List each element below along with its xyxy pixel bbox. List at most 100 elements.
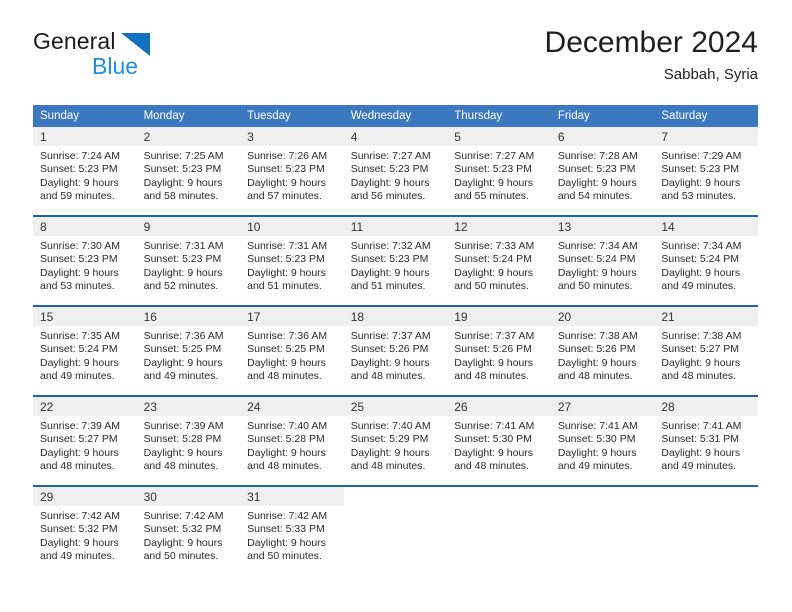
daylight-text-line2: and 48 minutes.	[40, 460, 115, 473]
day-cell[interactable]: 9 Sunrise: 7:31 AM Sunset: 5:23 PM Daylight…	[136, 215, 241, 306]
day-cell[interactable]: 17 Sunrise: 7:36 AM Sunset: 5:25 PM Dayligh…	[240, 305, 344, 396]
day-number: 25	[343, 397, 448, 416]
day-cell[interactable]: 26 Sunrise: 7:41 AM Sunset: 5:30 PM Dayligh…	[447, 395, 551, 486]
day-number: 1	[33, 127, 137, 146]
daylight-text-line1: Daylight: 9 hours	[143, 176, 223, 189]
day-cell[interactable]: 28 Sunrise: 7:41 AM Sunset: 5:31 PM Dayligh…	[654, 395, 758, 486]
sunset-text: Sunset: 5:23 PM	[143, 253, 222, 266]
general-blue-logo[interactable]: General Blue	[33, 28, 253, 88]
weekday-header-thursday: Thursday	[447, 105, 551, 127]
day-cell[interactable]: 22 Sunrise: 7:39 AM Sunset: 5:27 PM Dayligh…	[33, 395, 137, 486]
day-details: Sunrise: 7:39 AM Sunset: 5:27 PM Daylight:…	[33, 416, 137, 474]
day-cell[interactable]: 11 Sunrise: 7:32 AM Sunset: 5:23 PM Dayligh…	[343, 215, 448, 306]
sunrise-text: Sunrise: 7:36 AM	[247, 330, 328, 342]
day-cell[interactable]: 18 Sunrise: 7:37 AM Sunset: 5:26 PM Dayligh…	[343, 305, 448, 396]
day-number: 27	[550, 397, 655, 416]
daylight-text-line1: Daylight: 9 hours	[350, 266, 430, 279]
day-details: Sunrise: 7:41 AM Sunset: 5:30 PM Daylight:…	[447, 416, 551, 474]
sunset-text: Sunset: 5:32 PM	[143, 523, 222, 536]
daylight-text-line2: and 48 minutes.	[557, 370, 633, 383]
day-cell[interactable]: 29 Sunrise: 7:42 AM Sunset: 5:32 PM Dayligh…	[33, 485, 137, 575]
sunrise-text: Sunrise: 7:37 AM	[350, 330, 431, 342]
day-number: 12	[447, 217, 551, 236]
day-details: Sunrise: 7:27 AM Sunset: 5:23 PM Daylight:…	[344, 146, 448, 204]
daylight-text-line1: Daylight: 9 hours	[143, 266, 223, 279]
daylight-text-line2: and 49 minutes.	[40, 550, 115, 563]
sunset-text: Sunset: 5:23 PM	[40, 253, 118, 266]
daylight-text-line1: Daylight: 9 hours	[454, 446, 534, 459]
day-cell[interactable]: 20 Sunrise: 7:38 AM Sunset: 5:26 PM Dayligh…	[550, 305, 655, 396]
day-cell[interactable]: 27 Sunrise: 7:41 AM Sunset: 5:30 PM Dayligh…	[550, 395, 655, 486]
daylight-text-line1: Daylight: 9 hours	[661, 266, 741, 279]
day-details: Sunrise: 7:36 AM Sunset: 5:25 PM Daylight:…	[240, 326, 344, 384]
daylight-text-line2: and 55 minutes.	[454, 190, 529, 203]
sunrise-text: Sunrise: 7:29 AM	[661, 150, 742, 162]
day-cell[interactable]: 13 Sunrise: 7:34 AM Sunset: 5:24 PM Dayligh…	[550, 215, 655, 306]
day-cell[interactable]: 5 Sunrise: 7:27 AM Sunset: 5:23 PM Daylight…	[447, 127, 551, 216]
daylight-text-line2: and 49 minutes.	[40, 370, 115, 383]
day-cell[interactable]: 4 Sunrise: 7:27 AM Sunset: 5:23 PM Daylight…	[343, 127, 448, 216]
daylight-text-line2: and 48 minutes.	[247, 460, 322, 473]
day-number: 31	[240, 487, 344, 506]
daylight-text-line1: Daylight: 9 hours	[557, 266, 637, 279]
sunrise-text: Sunrise: 7:40 AM	[350, 420, 431, 432]
day-details: Sunrise: 7:28 AM Sunset: 5:23 PM Daylight:…	[551, 146, 655, 204]
day-cell[interactable]: 16 Sunrise: 7:36 AM Sunset: 5:25 PM Dayligh…	[136, 305, 241, 396]
day-cell[interactable]: 25 Sunrise: 7:40 AM Sunset: 5:29 PM Dayligh…	[343, 395, 448, 486]
day-cell[interactable]: 24 Sunrise: 7:40 AM Sunset: 5:28 PM Dayligh…	[240, 395, 344, 486]
day-number: 24	[240, 397, 344, 416]
sunset-text: Sunset: 5:25 PM	[143, 343, 222, 356]
day-number	[447, 487, 551, 506]
daylight-text-line2: and 48 minutes.	[143, 460, 219, 473]
weekday-header-monday: Monday	[136, 105, 241, 127]
daylight-text-line2: and 50 minutes.	[557, 280, 633, 293]
day-cell[interactable]: 23 Sunrise: 7:39 AM Sunset: 5:28 PM Dayligh…	[136, 395, 241, 486]
day-cell[interactable]: 12 Sunrise: 7:33 AM Sunset: 5:24 PM Dayligh…	[447, 215, 551, 306]
day-cell-empty	[654, 485, 758, 575]
daylight-text-line2: and 53 minutes.	[40, 280, 115, 293]
day-cell[interactable]: 2 Sunrise: 7:25 AM Sunset: 5:23 PM Daylight…	[136, 127, 241, 216]
daylight-text-line1: Daylight: 9 hours	[40, 536, 119, 549]
sunset-text: Sunset: 5:26 PM	[454, 343, 532, 356]
daylight-text-line2: and 56 minutes.	[350, 190, 426, 203]
sunset-text: Sunset: 5:32 PM	[40, 523, 118, 536]
day-cell[interactable]: 8 Sunrise: 7:30 AM Sunset: 5:23 PM Daylight…	[33, 215, 137, 306]
day-number: 21	[654, 307, 758, 326]
day-cell[interactable]: 15 Sunrise: 7:35 AM Sunset: 5:24 PM Dayligh…	[33, 305, 137, 396]
sunset-text: Sunset: 5:24 PM	[40, 343, 118, 356]
daylight-text-line1: Daylight: 9 hours	[454, 176, 534, 189]
daylight-text-line2: and 57 minutes.	[247, 190, 322, 203]
day-details: Sunrise: 7:27 AM Sunset: 5:23 PM Daylight:…	[447, 146, 551, 204]
day-number: 6	[550, 127, 655, 146]
sunrise-text: Sunrise: 7:42 AM	[143, 510, 224, 522]
sunrise-text: Sunrise: 7:31 AM	[247, 240, 328, 252]
day-number: 20	[550, 307, 655, 326]
day-cell[interactable]: 1 Sunrise: 7:24 AM Sunset: 5:23 PM Daylight…	[33, 127, 137, 216]
day-number: 23	[136, 397, 241, 416]
daylight-text-line1: Daylight: 9 hours	[143, 536, 223, 549]
sunrise-text: Sunrise: 7:31 AM	[143, 240, 224, 252]
day-cell[interactable]: 7 Sunrise: 7:29 AM Sunset: 5:23 PM Daylight…	[654, 127, 758, 216]
daylight-text-line2: and 49 minutes.	[557, 460, 633, 473]
daylight-text-line1: Daylight: 9 hours	[247, 356, 326, 369]
day-cell[interactable]: 3 Sunrise: 7:26 AM Sunset: 5:23 PM Daylight…	[240, 127, 344, 216]
daylight-text-line1: Daylight: 9 hours	[40, 446, 119, 459]
sunrise-text: Sunrise: 7:39 AM	[40, 420, 120, 432]
daylight-text-line1: Daylight: 9 hours	[350, 176, 430, 189]
day-cell[interactable]: 31 Sunrise: 7:42 AM Sunset: 5:33 PM Dayligh…	[240, 485, 344, 575]
sunrise-text: Sunrise: 7:35 AM	[40, 330, 120, 342]
page-header: General Blue December 2024 Sabbah, Syria	[33, 24, 758, 94]
sunrise-text: Sunrise: 7:41 AM	[661, 420, 742, 432]
day-cell[interactable]: 10 Sunrise: 7:31 AM Sunset: 5:23 PM Dayligh…	[240, 215, 344, 306]
day-cell[interactable]: 14 Sunrise: 7:34 AM Sunset: 5:24 PM Dayligh…	[654, 215, 758, 306]
daylight-text-line1: Daylight: 9 hours	[350, 356, 430, 369]
day-cell[interactable]: 30 Sunrise: 7:42 AM Sunset: 5:32 PM Dayligh…	[136, 485, 241, 575]
day-cell[interactable]: 21 Sunrise: 7:38 AM Sunset: 5:27 PM Dayligh…	[654, 305, 758, 396]
daylight-text-line1: Daylight: 9 hours	[661, 176, 741, 189]
day-number: 10	[240, 217, 344, 236]
day-details: Sunrise: 7:24 AM Sunset: 5:23 PM Daylight:…	[33, 146, 137, 204]
day-number: 13	[550, 217, 655, 236]
day-cell[interactable]: 19 Sunrise: 7:37 AM Sunset: 5:26 PM Dayligh…	[447, 305, 551, 396]
day-details: Sunrise: 7:41 AM Sunset: 5:31 PM Daylight:…	[654, 416, 758, 474]
day-cell[interactable]: 6 Sunrise: 7:28 AM Sunset: 5:23 PM Daylight…	[550, 127, 655, 216]
